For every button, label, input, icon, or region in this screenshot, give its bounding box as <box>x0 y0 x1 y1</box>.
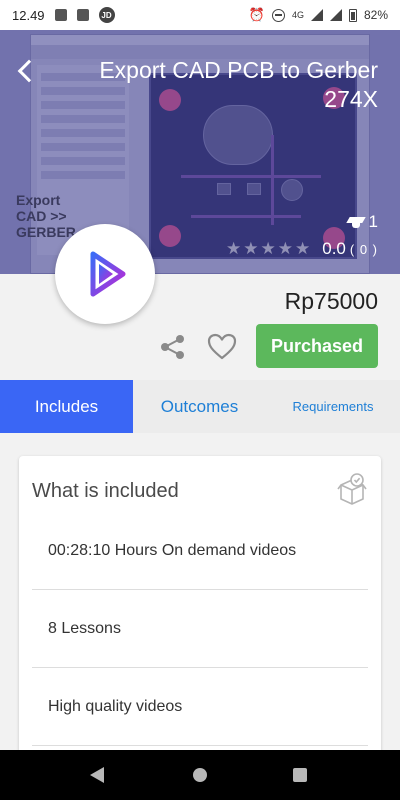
enrollment-count: 1 <box>347 212 378 232</box>
wishlist-button[interactable] <box>206 332 238 362</box>
star-icon: ★ <box>243 239 259 258</box>
battery-level: 82% <box>363 8 388 22</box>
star-icon: ★ <box>225 239 242 258</box>
purchased-button[interactable]: Purchased <box>256 324 378 368</box>
system-navigation-bar <box>0 750 400 800</box>
nav-recents-icon[interactable] <box>293 768 307 782</box>
share-icon <box>161 335 184 359</box>
rating-value: 0.0 <box>322 239 346 258</box>
star-icon: ★ <box>277 239 293 258</box>
course-details-screen: 12.49 JD ⏰ 4G 82% Export CAD PCB to Gerb… <box>0 0 400 800</box>
network-type: 4G <box>291 10 304 20</box>
course-rating: ★ ★ ★ ★ ★ 0.0 ( 0 ) <box>226 239 378 259</box>
include-item-duration: 00:28:10 Hours On demand videos <box>32 512 368 590</box>
includes-title: What is included <box>32 480 179 502</box>
course-price: Rp75000 <box>284 288 378 314</box>
tab-requirements[interactable]: Requirements <box>266 380 400 433</box>
rating-count: ( 0 ) <box>349 241 378 257</box>
wifi-signal-icon <box>329 9 342 21</box>
jd-notification-icon: JD <box>98 7 115 23</box>
nav-back-icon[interactable] <box>90 767 104 783</box>
play-preview-button[interactable] <box>55 224 155 324</box>
tab-outcomes[interactable]: Outcomes <box>133 380 266 433</box>
app-notification-icon <box>76 9 89 21</box>
battery-icon <box>348 8 357 22</box>
enrollment-value: 1 <box>368 212 378 231</box>
alarm-icon: ⏰ <box>248 7 265 22</box>
status-bar: 12.49 JD ⏰ 4G 82% <box>0 0 400 30</box>
share-button[interactable] <box>158 332 188 362</box>
includes-card: What is included 00:28:10 Hours On deman… <box>19 456 381 786</box>
tab-includes[interactable]: Includes <box>0 380 133 433</box>
gallery-icon <box>54 9 67 21</box>
package-check-icon <box>335 472 369 506</box>
back-button[interactable] <box>14 54 38 88</box>
star-icon: ★ <box>294 239 311 258</box>
course-tabs: Includes Outcomes Requirements <box>0 380 400 433</box>
nav-home-icon[interactable] <box>193 768 207 782</box>
include-item-lessons: 8 Lessons <box>32 590 368 668</box>
rating-stars: ★ ★ ★ ★ ★ <box>226 240 310 258</box>
status-time: 12.49 <box>12 7 45 23</box>
heart-icon <box>207 333 237 360</box>
star-icon: ★ <box>260 239 276 258</box>
graduation-cap-icon <box>347 215 365 229</box>
signal-icon <box>310 9 323 21</box>
course-title: Export CAD PCB to Gerber 274X <box>99 57 378 112</box>
do-not-disturb-icon <box>271 8 285 22</box>
play-icon <box>90 251 126 297</box>
include-item-quality: High quality videos <box>32 668 368 746</box>
